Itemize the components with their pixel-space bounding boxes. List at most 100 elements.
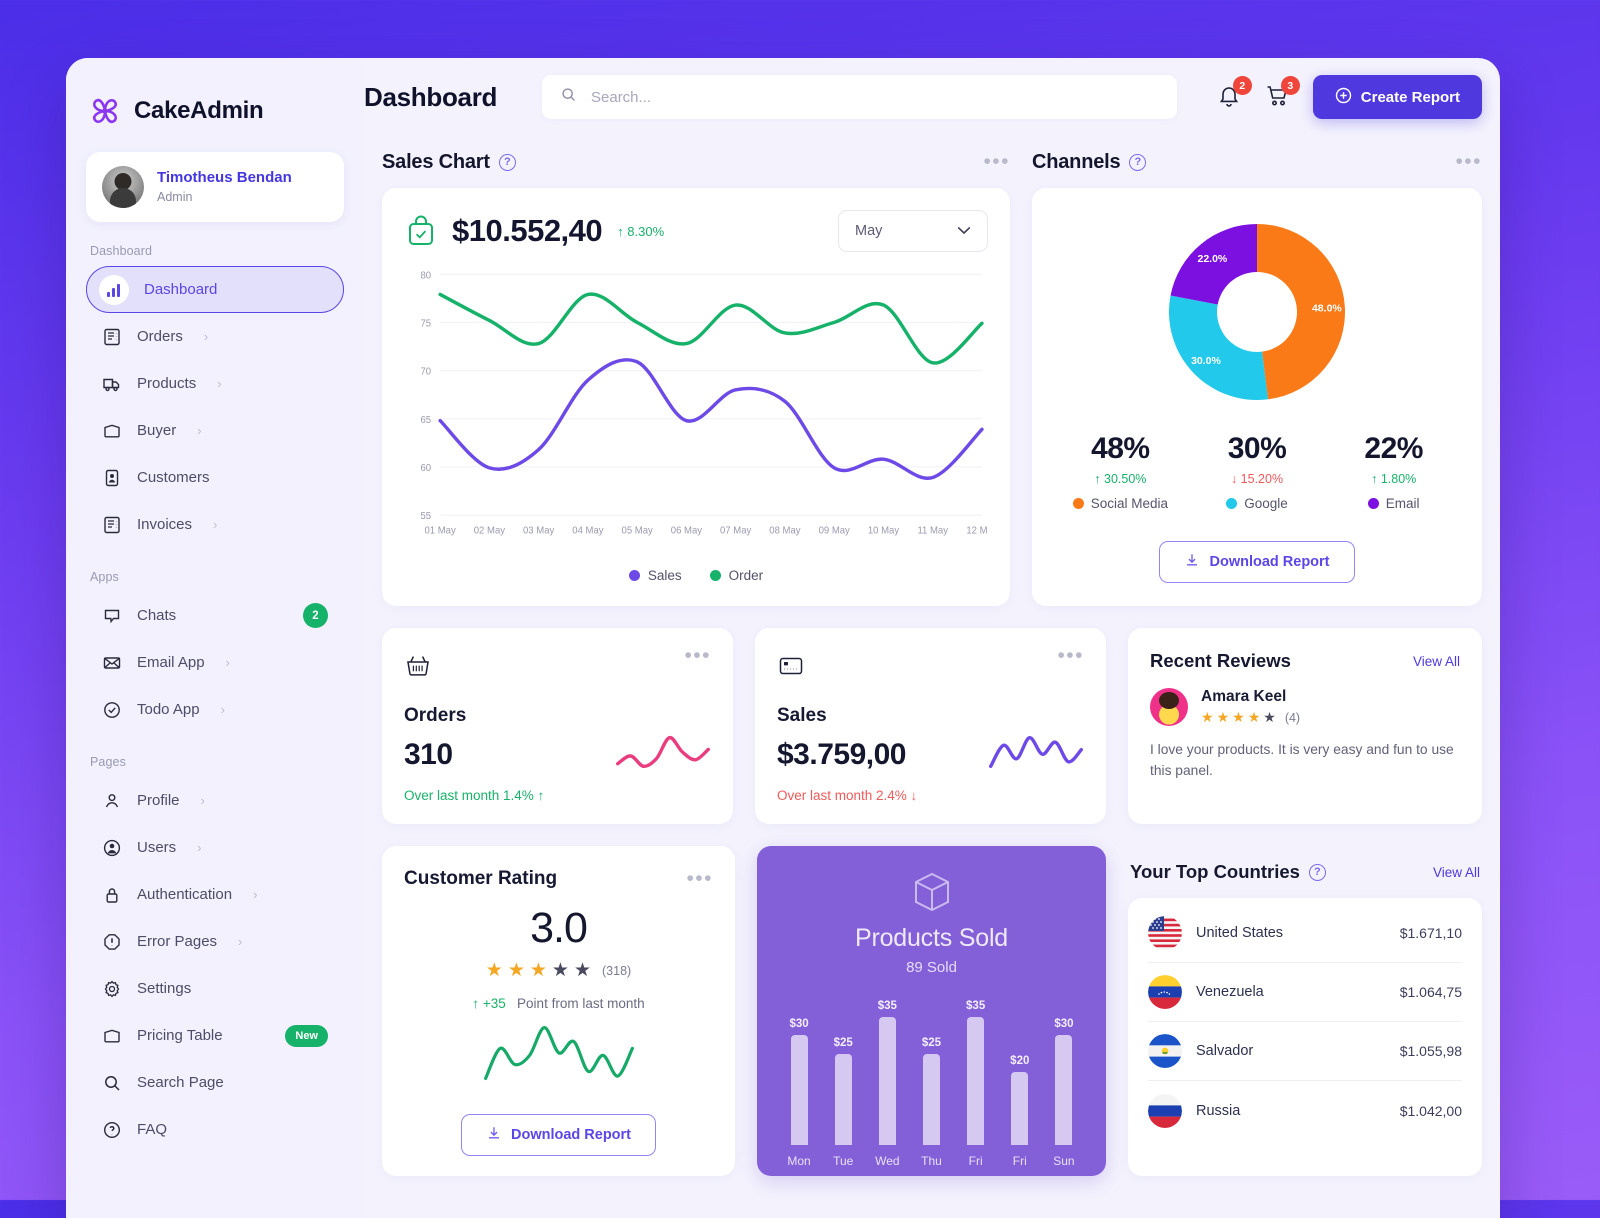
star-icon: ★ [1263,709,1276,725]
table-row[interactable]: Salvador $1.055,98 [1148,1022,1462,1081]
brand[interactable]: CakeAdmin [66,58,364,136]
sidebar-item-search-page[interactable]: Search Page [86,1059,344,1106]
sidebar-item-faq[interactable]: FAQ [86,1106,344,1153]
recent-reviews-card: Recent Reviews View All Amara Keel ★ ★ ★… [1128,628,1482,824]
orders-footer: Over last month 1.4% ↑ [404,788,545,803]
sales-chart-card: $10.552,40 ↑ 8.30% May 55 60 65 70 75 80 01 Ma… [382,188,1010,606]
sidebar-item-users[interactable]: Users › [86,824,344,871]
view-all-countries-link[interactable]: View All [1433,865,1480,880]
search-bar[interactable] [542,75,1177,119]
nav-list-dashboard: Dashboard Orders › Products › Buyer › Cu… [66,266,364,548]
ellipsis-icon[interactable]: ••• [1455,150,1482,172]
package-icon [908,868,956,916]
card-terminal-icon [777,652,805,685]
table-row[interactable]: Russia $1.042,00 [1148,1081,1462,1140]
download-icon [1184,552,1200,572]
country-name: Venezuela [1196,984,1264,1000]
channel-stat: 30% ↓ 15.20% Google [1189,432,1326,511]
svg-text:12 May: 12 May [966,525,988,536]
channel-label: Email [1385,496,1420,511]
sidebar-item-chats[interactable]: Chats 2 [86,592,344,639]
sidebar-item-pricing-table[interactable]: Pricing Table New [86,1012,344,1059]
orders-card-header: ••• [404,644,711,685]
nav-list-apps: Chats 2 Email App › Todo App › [66,592,364,733]
rating-value: 3.0 [530,904,588,952]
channel-pct: 30% [1227,432,1287,465]
cart-icon[interactable]: 3 [1265,76,1300,111]
sidebar-item-invoices[interactable]: Invoices › [86,501,344,548]
star-icon: ★ [529,960,547,981]
sidebar-item-profile[interactable]: Profile › [86,777,344,824]
month-select[interactable]: May [838,210,988,252]
sidebar-item-customers[interactable]: Customers [86,454,344,501]
orders-value-row: 310 [404,735,711,774]
star-icon: ★ [507,960,525,981]
folder-icon [102,1026,122,1046]
products-sold-title: Products Sold [854,924,1009,952]
ellipsis-icon[interactable]: ••• [983,150,1010,172]
sidebar-item-label: Search Page [137,1074,224,1091]
check-circle-icon [102,700,122,720]
star-icon: ★ [1216,709,1230,725]
sales-line-chart: 55 60 65 70 75 80 01 May 02 May 03 May 04 May 05 M… [404,264,997,560]
legend-item-order[interactable]: Order [709,568,763,583]
download-report-button[interactable]: Download Report [1159,541,1355,583]
svg-text:55: 55 [420,511,431,522]
legend-item-sales[interactable]: Sales [628,568,682,583]
folder-icon [102,421,122,441]
sidebar-item-label: Settings [137,980,192,997]
sidebar-item-products[interactable]: Products › [86,360,344,407]
sidebar-item-todo-app[interactable]: Todo App › [86,686,344,733]
search-input[interactable] [591,88,1159,106]
sales-summary: $10.552,40 ↑ 8.30% May [404,210,988,252]
chat-bubble-icon [102,606,122,626]
question-circle-icon[interactable]: ? [1129,153,1147,171]
table-row[interactable]: Venezuela $1.064,75 [1148,963,1462,1022]
channel-legend: Social Media [1052,496,1189,511]
sidebar-item-label: Customers [137,469,210,486]
ellipsis-icon[interactable]: ••• [684,644,711,666]
bar-column: $30 Mon [777,992,821,1176]
ellipsis-icon[interactable]: ••• [686,867,713,889]
sidebar-item-orders[interactable]: Orders › [86,313,344,360]
chevron-right-icon: › [225,655,230,670]
table-row[interactable]: ★ ★ ★ United States $1.671,10 [1148,904,1462,963]
bar-column: $25 Tue [821,992,865,1176]
create-report-button[interactable]: Create Report [1312,75,1482,119]
sidebar-item-dashboard[interactable]: Dashboard [86,266,344,313]
alert-octagon-icon [102,932,122,952]
reviewer-rating-count: (4) [1284,710,1301,725]
sidebar-item-email-app[interactable]: Email App › [86,639,344,686]
view-all-reviews-link[interactable]: View All [1413,654,1460,669]
sidebar-item-authentication[interactable]: Authentication › [86,871,344,918]
row-rating-sold-countries: Customer Rating ••• 3.0 ★ ★ ★ ★ ★ (318) … [382,846,1482,1176]
rating-header: Customer Rating ••• [404,867,713,890]
svg-text:70: 70 [420,367,431,378]
lock-icon [102,885,122,905]
chevron-right-icon: › [253,887,258,902]
svg-text:75: 75 [420,318,431,329]
sidebar-item-label: Buyer [137,422,177,439]
countries-list: ★ ★ ★ United States $1.671,10 Venezuela $1.0… [1128,898,1482,1176]
ve-flag-icon [1148,975,1182,1009]
sales-value-row: $3.759,00 [777,735,1084,774]
chevron-right-icon: › [200,793,205,808]
reviews-title: Recent Reviews [1150,650,1291,671]
bar-category-label: Tue [833,1154,854,1168]
sidebar-item-settings[interactable]: Settings [86,965,344,1012]
sidebar-item-label: Authentication [137,886,233,903]
channel-legend: Email [1325,496,1462,511]
bell-icon[interactable]: 2 [1217,76,1252,111]
question-circle-icon[interactable]: ? [498,153,516,171]
rating-sparkline [404,1025,713,1081]
user-card[interactable]: Timotheus Bendan Admin [86,152,344,222]
bar [878,1017,896,1145]
user-name: Timotheus Bendan [157,168,292,186]
country-name: Russia [1196,1102,1241,1119]
question-circle-icon[interactable]: ? [1308,863,1326,881]
ellipsis-icon[interactable]: ••• [1057,644,1084,666]
sidebar-item-error-pages[interactable]: Error Pages › [86,918,344,965]
download-report-button[interactable]: Download Report [460,1114,657,1156]
bar-value-label: $25 [833,1036,853,1049]
sidebar-item-buyer[interactable]: Buyer › [86,407,344,454]
